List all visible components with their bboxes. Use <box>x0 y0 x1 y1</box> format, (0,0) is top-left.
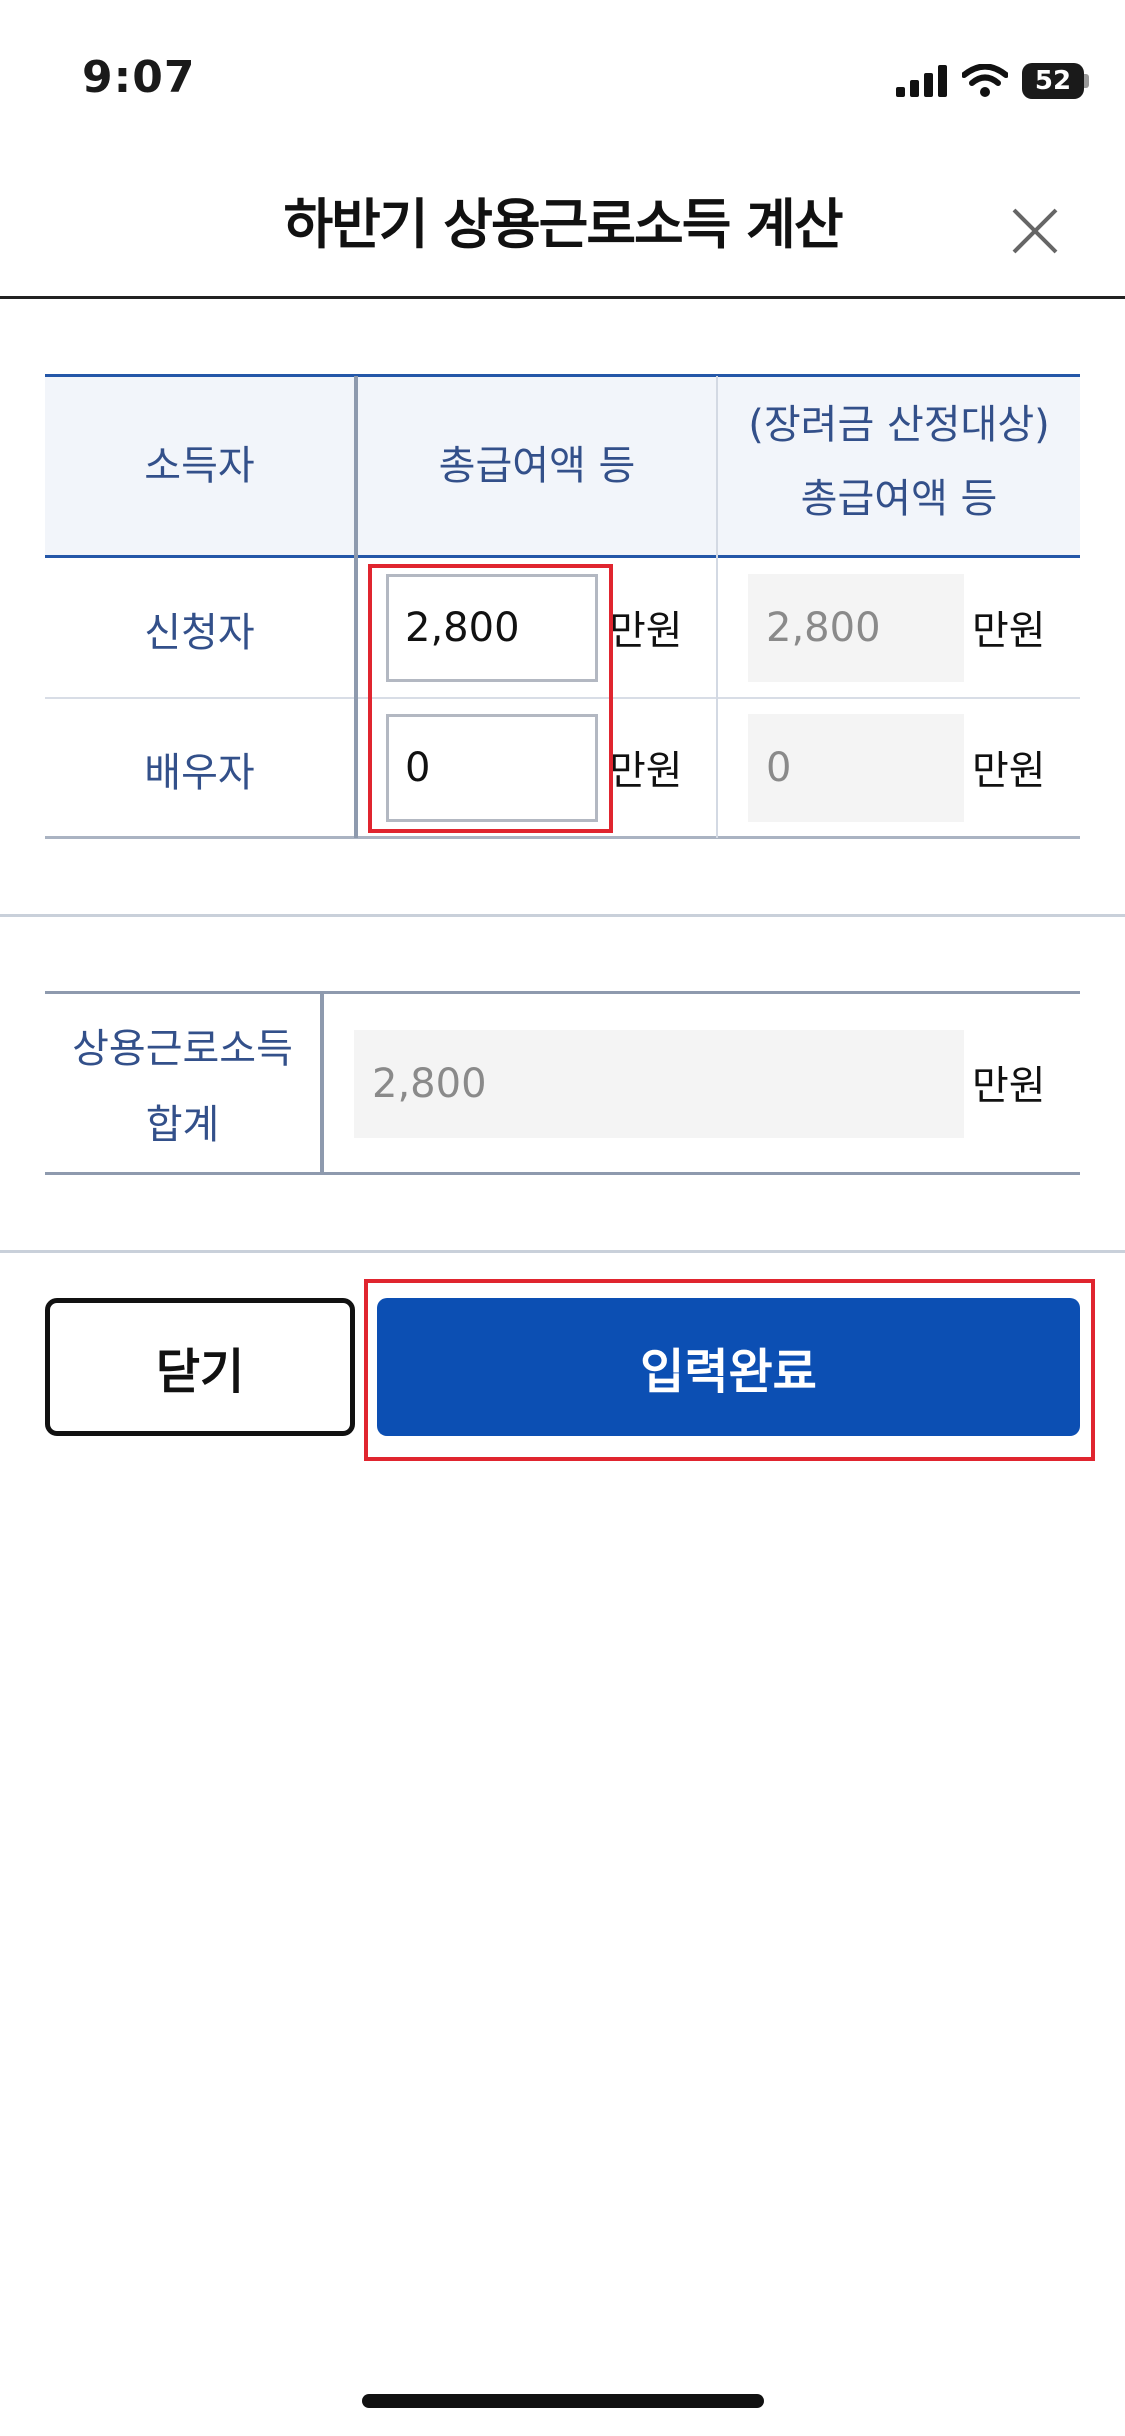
input-highlight-frame <box>368 564 613 833</box>
table-bottom-border <box>45 836 1080 839</box>
table-header-border <box>45 555 1080 558</box>
header-earner: 소득자 <box>144 443 255 489</box>
total-top-border <box>45 991 1080 994</box>
battery-icon: 52 <box>1022 63 1089 99</box>
total-label-line1: 상용근로소득 <box>72 1026 293 1072</box>
battery-level: 52 <box>1022 63 1084 99</box>
header-eligible-line2: 총급여액 등 <box>800 476 998 522</box>
wifi-icon <box>962 64 1008 97</box>
total-label-line2: 합계 <box>145 1102 220 1148</box>
status-time: 9:07 <box>82 52 196 103</box>
close-icon[interactable] <box>1000 196 1070 266</box>
total-bottom-border <box>45 1172 1080 1175</box>
section-divider <box>0 914 1125 917</box>
submit-highlight-frame <box>364 1279 1095 1461</box>
home-indicator[interactable] <box>362 2394 764 2408</box>
unit-label: 만원 <box>972 608 1046 654</box>
total-column-divider <box>320 993 324 1173</box>
unit-label: 만원 <box>609 748 683 794</box>
header-divider <box>0 296 1125 299</box>
header-gross-pay: 총급여액 등 <box>438 443 636 489</box>
header-eligible-line1: (장려금 산정대상) <box>748 402 1050 448</box>
total-income-readonly: 2,800 <box>354 1030 964 1138</box>
row-label-applicant: 신청자 <box>144 610 255 656</box>
row-label-spouse: 배우자 <box>144 750 255 796</box>
unit-label: 만원 <box>972 1063 1046 1109</box>
applicant-eligible-pay-readonly: 2,800 <box>748 574 964 682</box>
unit-label: 만원 <box>609 608 683 654</box>
spouse-eligible-pay-readonly: 0 <box>748 714 964 822</box>
close-button[interactable]: 닫기 <box>45 1298 355 1436</box>
page-title: 하반기 상용근로소득 계산 <box>283 193 843 256</box>
signal-icon <box>896 65 947 97</box>
table-top-border <box>45 374 1080 377</box>
status-icons: 52 <box>896 58 1089 104</box>
section-divider <box>0 1250 1125 1253</box>
unit-label: 만원 <box>972 748 1046 794</box>
